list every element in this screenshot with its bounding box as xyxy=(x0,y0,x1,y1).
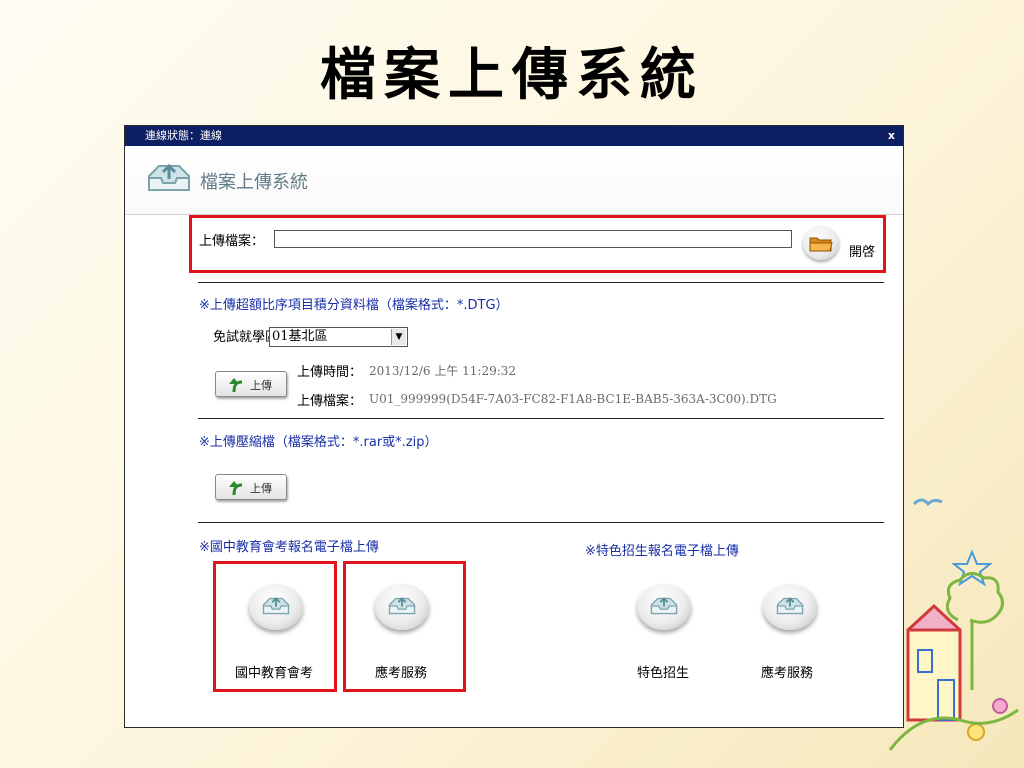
special-admission-heading: ※特色招生報名電子檔上傳 xyxy=(585,544,739,559)
file-path-input[interactable] xyxy=(274,230,792,248)
special-admission-button-label[interactable]: 特色招生 xyxy=(637,662,689,681)
close-button[interactable]: x xyxy=(888,126,895,146)
divider xyxy=(198,418,884,419)
exam-service-upload-button[interactable] xyxy=(375,584,429,630)
score-upload-button[interactable]: 上傳 xyxy=(215,371,287,397)
score-upload-heading: ※上傳超額比序項目積分資料檔（檔案格式：*.DTG） xyxy=(199,298,509,313)
special-exam-service-upload-button[interactable] xyxy=(763,584,817,630)
flower-icon xyxy=(967,723,985,741)
special-admission-upload-button[interactable] xyxy=(637,584,691,630)
bird-icon xyxy=(912,498,943,507)
district-selected: 01基北區 xyxy=(272,329,328,344)
exam-service-button-label[interactable]: 應考服務 xyxy=(375,662,427,681)
upload-tray-icon xyxy=(262,597,290,615)
chevron-down-icon[interactable]: ▼ xyxy=(391,329,406,345)
score-upload-label: 上傳 xyxy=(250,379,272,392)
school-illustration xyxy=(888,498,1019,751)
slide-title: 檔案上傳系統 xyxy=(320,42,704,108)
upload-time-value: 2013/12/6 上午 11:29:32 xyxy=(369,364,517,378)
open-label[interactable]: 開啓 xyxy=(849,241,875,260)
zip-upload-label: 上傳 xyxy=(250,482,272,495)
district-select[interactable]: 01基北區 ▼ xyxy=(269,327,408,347)
flower-icon xyxy=(992,698,1008,714)
app-header: 檔案上傳系統 xyxy=(125,146,903,215)
upload-arrow-icon xyxy=(229,481,243,496)
uploaded-file-label: 上傳檔案： xyxy=(297,394,363,409)
connection-status: 連線狀態：連線 xyxy=(145,129,222,142)
upload-window: 連線狀態：連線 x 檔案上傳系統 上傳檔案： 開啓 ※上傳超額比序項目積分資料檔… xyxy=(124,125,904,728)
upload-tray-icon xyxy=(776,597,804,615)
divider xyxy=(198,522,884,523)
junior-exam-upload-button[interactable] xyxy=(249,584,303,630)
junior-exam-button-label[interactable]: 國中教育會考 xyxy=(235,662,313,681)
upload-arrow-icon xyxy=(229,378,243,393)
folder-icon xyxy=(809,237,833,252)
window-titlebar: 連線狀態：連線 x xyxy=(125,126,903,146)
browse-folder-button[interactable] xyxy=(803,226,839,260)
app-name: 檔案上傳系統 xyxy=(200,172,308,193)
special-exam-service-button-label[interactable]: 應考服務 xyxy=(761,662,813,681)
zip-upload-heading: ※上傳壓縮檔（檔案格式：*.rar或*.zip） xyxy=(199,435,438,450)
tree-icon xyxy=(945,572,1004,624)
junior-exam-heading: ※國中教育會考報名電子檔上傳 xyxy=(199,540,379,555)
upload-time-label: 上傳時間： xyxy=(297,365,363,380)
upload-tray-icon xyxy=(650,597,678,615)
zip-upload-button[interactable]: 上傳 xyxy=(215,474,287,500)
divider xyxy=(198,282,884,283)
uploaded-file-value: U01_999999(D54F-7A03-FC82-F1A8-BC1E-BAB5… xyxy=(369,392,777,406)
upload-tray-icon xyxy=(148,163,190,191)
upload-tray-icon xyxy=(388,597,416,615)
file-picker-label: 上傳檔案： xyxy=(199,234,265,249)
